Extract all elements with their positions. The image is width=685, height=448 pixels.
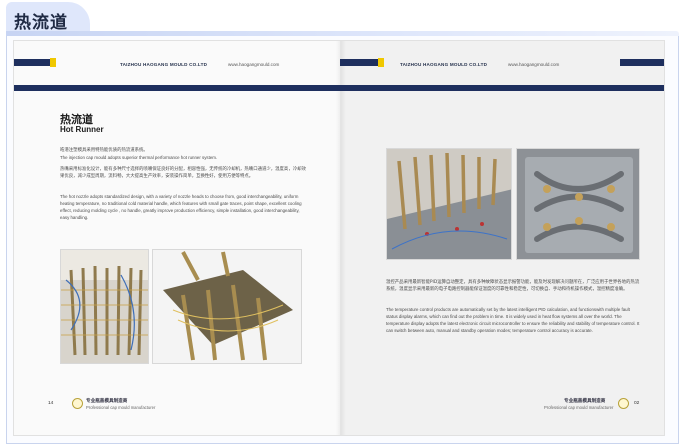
hot-runner-manifold-photo: [152, 249, 302, 364]
nozzle-text-zh: 热嘴采用标准化设计，能有多种尺寸选择的喷嘴保证良好的分配，相容性强，无传统的冷却…: [60, 167, 306, 179]
header-company-right: TAIZHOU HAOGANG MOULD CO.LTD: [400, 62, 488, 67]
hot-runner-plate-photo: [516, 148, 640, 260]
header-accent-left: [50, 58, 56, 67]
intro-text-zh: 皓港注塑模具采用特热能优质的热流道系统。: [60, 148, 148, 153]
page-number-right: 02: [634, 401, 640, 406]
intro-text-en: The injection cap mould adopts superior …: [60, 155, 218, 160]
brochure-spread-image: TAIZHOU HAOGANG MOULD CO.LTD www.haogang…: [13, 40, 665, 436]
header-url-right: www.haogangmould.com: [508, 62, 560, 67]
header-accent-right: [378, 58, 384, 67]
brand-logo-icon-right: [618, 398, 629, 409]
footer-sub-right: Professional cap mould manufacturer: [544, 405, 614, 410]
header-url-left: www.haogangmould.com: [228, 62, 280, 67]
header-bar-right-end: [620, 59, 664, 66]
section-title-en: Hot Runner: [60, 125, 104, 134]
page-number-left: 14: [48, 401, 54, 406]
temp-control-text-en: The temperature control products are aut…: [386, 307, 640, 333]
footer-sub-left: Professional cap mould manufacturer: [86, 405, 156, 410]
brochure-left-page: [14, 41, 340, 435]
header-bar-left: [14, 59, 52, 66]
header-company-left: TAIZHOU HAOGANG MOULD CO.LTD: [120, 62, 208, 67]
temp-control-text-zh: 温控产品采用最新智能PID运算自动整定，具有多种故障状态显示报警功能，能及时发现…: [386, 280, 640, 292]
footer-brand-left: 专业瓶盖模具制造商: [86, 399, 128, 404]
nozzle-text-en: The hot nozzle adopts standardized desig…: [60, 194, 302, 220]
section-tab: 热流道: [6, 2, 90, 33]
header-bar-right: [340, 59, 380, 66]
footer-brand-right: 专业瓶盖模具制造商: [564, 399, 606, 404]
hot-runner-coils-photo: [60, 249, 149, 364]
brochure-gutter: [336, 41, 346, 435]
section-tab-title: 热流道: [14, 13, 68, 33]
brand-logo-icon-left: [72, 398, 83, 409]
brochure-blue-band: [14, 85, 664, 91]
hot-runner-nozzles-photo: [386, 148, 512, 260]
